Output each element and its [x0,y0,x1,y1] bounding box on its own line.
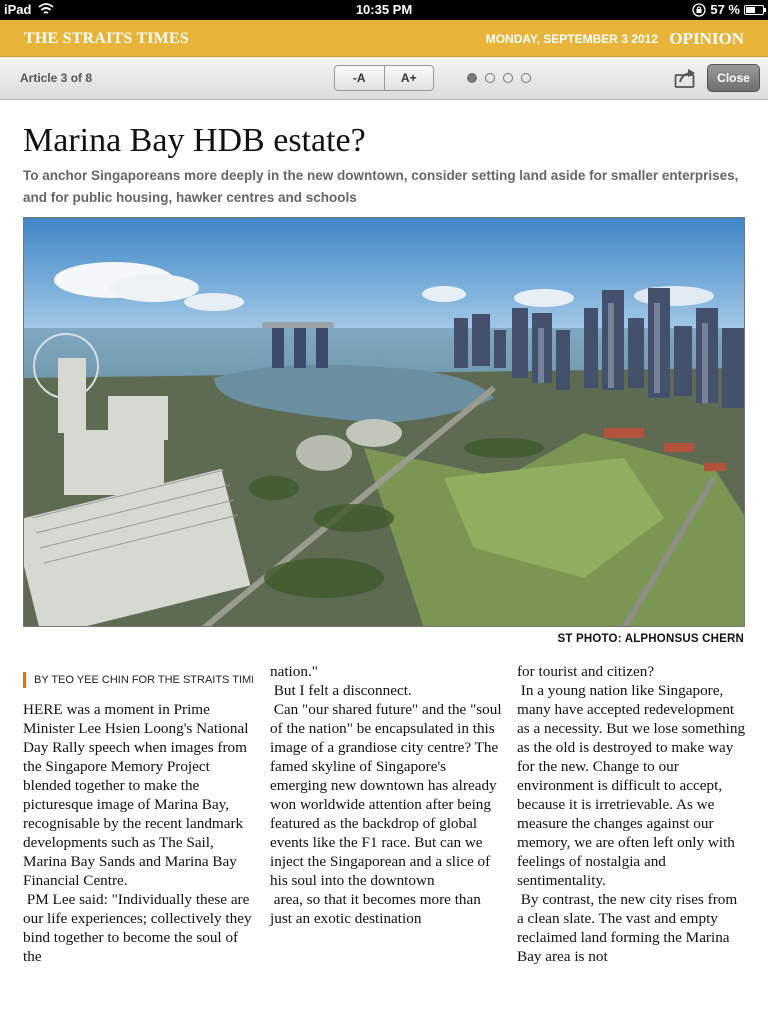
paragraph: nation." [270,663,318,680]
paragraph: PM Lee said: "Individually these are our… [23,891,252,965]
marina-bay-skyline-image [24,218,744,626]
battery-percent: 57 % [710,2,740,17]
body-column-2: nation." But I felt a disconnect. Can "o… [270,662,502,928]
article-headline: Marina Bay HDB estate? [23,122,366,159]
article-counter: Article 3 of 8 [20,71,93,85]
paragraph: In a young nation like Singapore, many h… [517,682,746,889]
body-column-3: for tourist and citizen? In a young nati… [517,662,747,966]
paragraph: area, so that it becomes more than just … [270,891,481,927]
page-dot[interactable] [521,73,531,83]
body-column-1: BY TEO YEE CHIN FOR THE STRAITS TIMES T … [23,662,253,966]
issue-date: MONDAY, SEPTEMBER 3 2012 [485,32,658,46]
font-increase-button[interactable]: A+ [383,66,434,90]
paragraph: Can "our shared future" and the "soul of… [270,701,502,889]
brand-logo: THE STRAITS TIMES [24,30,189,47]
section-title: OPINION [669,29,744,48]
reader-toolbar: Article 3 of 8 -A A+ Close [0,57,768,100]
close-button[interactable]: Close [707,64,760,92]
paragraph: HERE was a moment in Prime Minister Lee … [23,701,249,889]
font-decrease-button[interactable]: -A [335,66,384,90]
masthead: THE STRAITS TIMES MONDAY, SEPTEMBER 3 20… [0,20,768,57]
page-dot[interactable] [503,73,513,83]
rotation-lock-icon [692,3,706,17]
photo-credit: ST PHOTO: ALPHONSUS CHERN [557,633,744,645]
page-dot[interactable] [485,73,495,83]
paragraph: But I felt a disconnect. [270,682,412,699]
article-standfirst: To anchor Singaporeans more deeply in th… [23,168,739,205]
page-dot[interactable] [467,73,477,83]
byline: BY TEO YEE CHIN FOR THE STRAITS TIMES T [23,671,253,689]
font-size-control: -A A+ [334,65,434,91]
page-indicator[interactable] [467,73,531,83]
paragraph: for tourist and citizen? [517,663,655,680]
battery-icon [744,5,766,15]
paragraph: By contrast, the new city rises from a c… [517,891,738,965]
status-bar: iPad 10:35 PM 57 % [0,0,768,20]
byline-accent [23,672,26,688]
byline-text: BY TEO YEE CHIN FOR THE STRAITS TIMES T [34,673,253,686]
article-photo [23,217,745,627]
status-time: 10:35 PM [355,2,413,17]
share-icon[interactable] [674,67,698,89]
